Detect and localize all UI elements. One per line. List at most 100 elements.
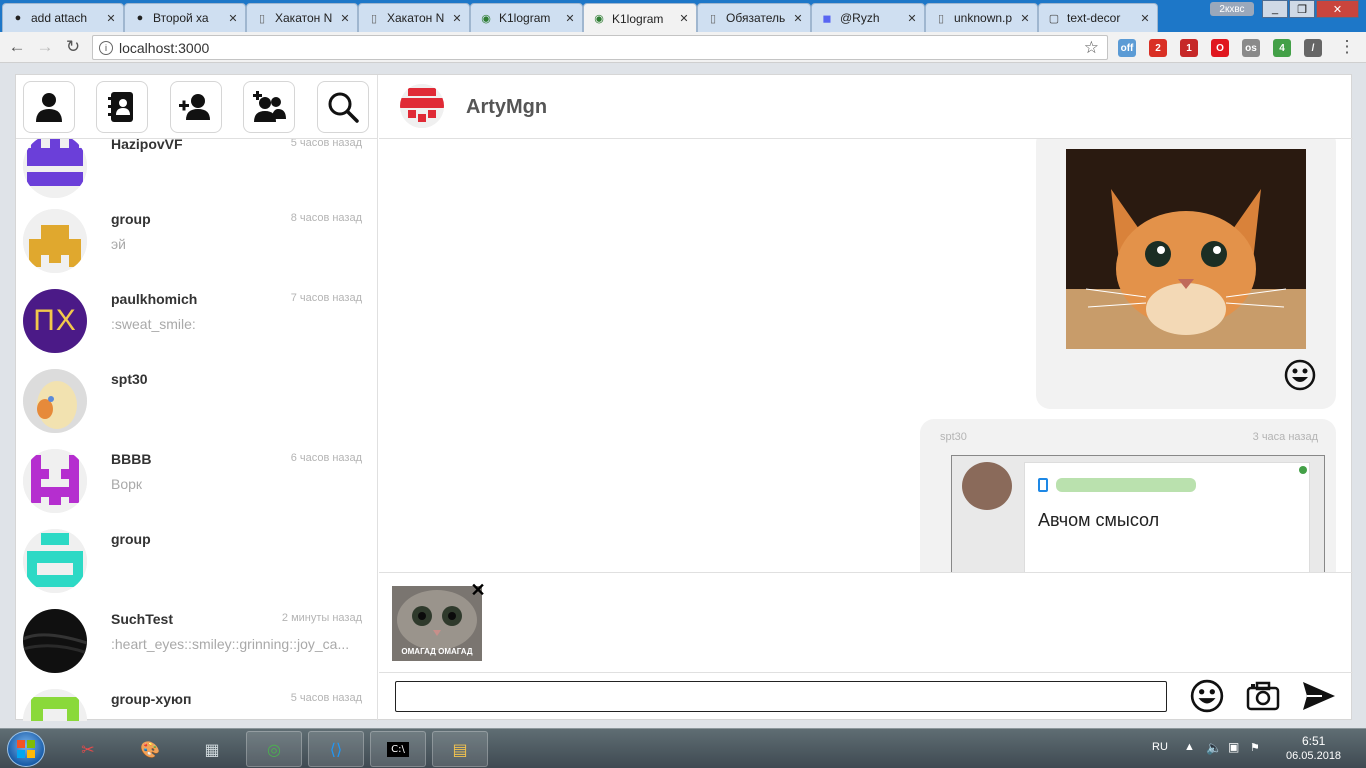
browser-tab[interactable]: ▯ Обязатель ✕ bbox=[697, 3, 811, 32]
taskbar-app-button[interactable]: ✂ bbox=[60, 731, 116, 767]
chat-list-item[interactable]: ПХ paulkhomich 7 часов назад:sweat_smile: bbox=[16, 281, 377, 361]
taskbar-app-button[interactable]: ◎ bbox=[246, 731, 302, 767]
os-icon[interactable]: os bbox=[1242, 39, 1260, 57]
chat-list-item[interactable]: group 8 часов назад эй bbox=[16, 201, 377, 281]
taskbar-app-button[interactable]: C:\ bbox=[370, 731, 426, 767]
url-text: localhost:3000 bbox=[119, 39, 210, 56]
browser-tab[interactable]: ▯ Хакатон N ✕ bbox=[358, 3, 470, 32]
network-icon[interactable]: ▣ bbox=[1228, 740, 1239, 754]
red-identicon bbox=[400, 84, 444, 128]
send-button[interactable] bbox=[1301, 678, 1337, 714]
volume-icon[interactable]: 🔈 bbox=[1206, 740, 1222, 756]
browser-tab[interactable]: ▢ text-decor ✕ bbox=[1038, 3, 1158, 32]
tab-close-icon[interactable]: ✕ bbox=[1139, 12, 1151, 25]
chat-title: ArtyMgn bbox=[466, 96, 548, 118]
close-icon[interactable]: ✕ bbox=[470, 580, 486, 600]
camera-button[interactable] bbox=[1245, 678, 1281, 714]
browser-tab[interactable]: ● Второй ха ✕ bbox=[124, 3, 246, 32]
forward-icon[interactable]: → bbox=[34, 36, 56, 58]
create-group-button[interactable] bbox=[243, 81, 295, 133]
search-button[interactable] bbox=[317, 81, 369, 133]
eyedropper-icon[interactable]: / bbox=[1304, 39, 1322, 57]
taskbar-app-button[interactable]: ⟨⟩ bbox=[308, 731, 364, 767]
browser-tab[interactable]: ▯ unknown.p ✕ bbox=[925, 3, 1038, 32]
window-close-button[interactable]: ✕ bbox=[1316, 0, 1359, 18]
start-button[interactable] bbox=[7, 731, 45, 767]
tab-close-icon[interactable]: ✕ bbox=[227, 12, 239, 25]
gmail-icon[interactable]: 2 bbox=[1149, 39, 1167, 57]
avatar bbox=[23, 209, 87, 273]
minimize-button[interactable]: _ bbox=[1262, 0, 1288, 18]
extension-red-icon[interactable]: 1 bbox=[1180, 39, 1198, 57]
avatar: ПХ bbox=[23, 289, 87, 353]
maximize-button[interactable]: ❐ bbox=[1289, 0, 1315, 18]
message-bubble: spt30 3 часа назад Авчом смысол bbox=[920, 419, 1336, 572]
back-icon[interactable]: ← bbox=[6, 36, 28, 58]
message-input[interactable] bbox=[395, 681, 1167, 712]
clock-date[interactable]: 06.05.2018 bbox=[1286, 750, 1341, 762]
taskbar-app-button[interactable]: ▤ bbox=[432, 731, 488, 767]
chat-list-item[interactable]: SuchTest 2 минуты назад:heart_eyes::smile… bbox=[16, 601, 377, 681]
chat-list-item[interactable]: group bbox=[16, 521, 377, 601]
chat-last-message: :sweat_smile: bbox=[111, 316, 196, 332]
chat-name: group bbox=[111, 531, 151, 547]
chat-list-item[interactable]: BBBB 6 часов назад Ворк bbox=[16, 441, 377, 521]
tray-expand-icon[interactable]: ▲ bbox=[1184, 741, 1195, 753]
orange-cat-photo[interactable] bbox=[1066, 149, 1306, 349]
tab-close-icon[interactable]: ✕ bbox=[906, 12, 918, 25]
comment-icon: ▢ bbox=[1048, 12, 1060, 25]
taskbar-app-button[interactable]: 🎨 bbox=[122, 731, 178, 767]
paint-icon: 🎨 bbox=[140, 739, 160, 759]
smiley-icon bbox=[1190, 679, 1224, 713]
document-icon: ▯ bbox=[937, 12, 945, 25]
tab-close-icon[interactable]: ✕ bbox=[105, 12, 117, 25]
contacts-button[interactable] bbox=[96, 81, 148, 133]
browser-tab[interactable]: ● add attach ✕ bbox=[2, 3, 124, 32]
flag-icon[interactable]: ⚑ bbox=[1250, 741, 1260, 754]
chat-list-item[interactable]: spt30 bbox=[16, 361, 377, 441]
opera-icon[interactable]: O bbox=[1211, 39, 1229, 57]
tab-close-icon[interactable]: ✕ bbox=[678, 12, 690, 25]
browser-tab[interactable]: ◉ K1logram ✕ bbox=[470, 3, 583, 32]
yellow-identicon bbox=[23, 209, 87, 273]
reload-icon[interactable]: ↻ bbox=[62, 36, 84, 58]
tab-title: Обязатель bbox=[726, 11, 786, 25]
attachment-preview[interactable]: ОМАГАД ОМАГАД bbox=[392, 586, 482, 661]
browser-tab[interactable]: ◉ K1logram ✕ bbox=[583, 3, 697, 33]
bookmark-star-icon[interactable]: ☆ bbox=[1084, 38, 1099, 58]
profile-button[interactable] bbox=[23, 81, 75, 133]
tab-close-icon[interactable]: ✕ bbox=[792, 12, 804, 25]
chat-header-avatar[interactable] bbox=[400, 84, 444, 128]
browser-tab[interactable]: ▯ Хакатон N ✕ bbox=[246, 3, 358, 32]
off-extension-icon[interactable]: off bbox=[1118, 39, 1136, 57]
chat-time: 7 часов назад bbox=[290, 292, 362, 304]
contact-photo-avatar bbox=[962, 462, 1012, 510]
document-icon: ▯ bbox=[709, 12, 717, 25]
avatar bbox=[23, 609, 87, 673]
info-icon[interactable]: i bbox=[99, 41, 113, 55]
tab-close-icon[interactable]: ✕ bbox=[339, 12, 351, 25]
screenshot-photo[interactable]: Авчом смысол bbox=[951, 455, 1325, 572]
profile-badge[interactable]: 2кхвс bbox=[1210, 2, 1254, 16]
messenger-app: HazipovVF 5 часов назад group 8 часов назад… bbox=[15, 74, 1353, 721]
browser-tab[interactable]: ◼ @Ryzh ✕ bbox=[811, 3, 925, 32]
cmd-icon: C:\ bbox=[387, 741, 409, 757]
tab-close-icon[interactable]: ✕ bbox=[564, 12, 576, 25]
tab-title: K1logram bbox=[612, 11, 664, 26]
reaction-button[interactable] bbox=[1284, 359, 1316, 391]
add-contact-button[interactable] bbox=[170, 81, 222, 133]
chat-list-item[interactable]: HazipovVF 5 часов назад bbox=[16, 139, 377, 206]
chat-time: 8 часов назад bbox=[290, 212, 362, 224]
language-indicator[interactable]: RU bbox=[1152, 741, 1168, 753]
emoji-button[interactable] bbox=[1189, 678, 1225, 714]
search-icon bbox=[328, 92, 359, 123]
chat-list-item[interactable]: group-хуюп 5 часов назад bbox=[16, 681, 377, 721]
address-bar[interactable]: i localhost:3000 ☆ bbox=[92, 35, 1108, 60]
tab-close-icon[interactable]: ✕ bbox=[451, 12, 463, 25]
clock-time[interactable]: 6:51 bbox=[1302, 734, 1325, 748]
menu-icon[interactable]: ⋮ bbox=[1336, 36, 1358, 58]
taskbar-app-button[interactable]: ▦ bbox=[184, 731, 240, 767]
puzzle-icon[interactable]: 4 bbox=[1273, 39, 1291, 57]
tab-close-icon[interactable]: ✕ bbox=[1019, 12, 1031, 25]
github-icon: ● bbox=[136, 12, 144, 24]
